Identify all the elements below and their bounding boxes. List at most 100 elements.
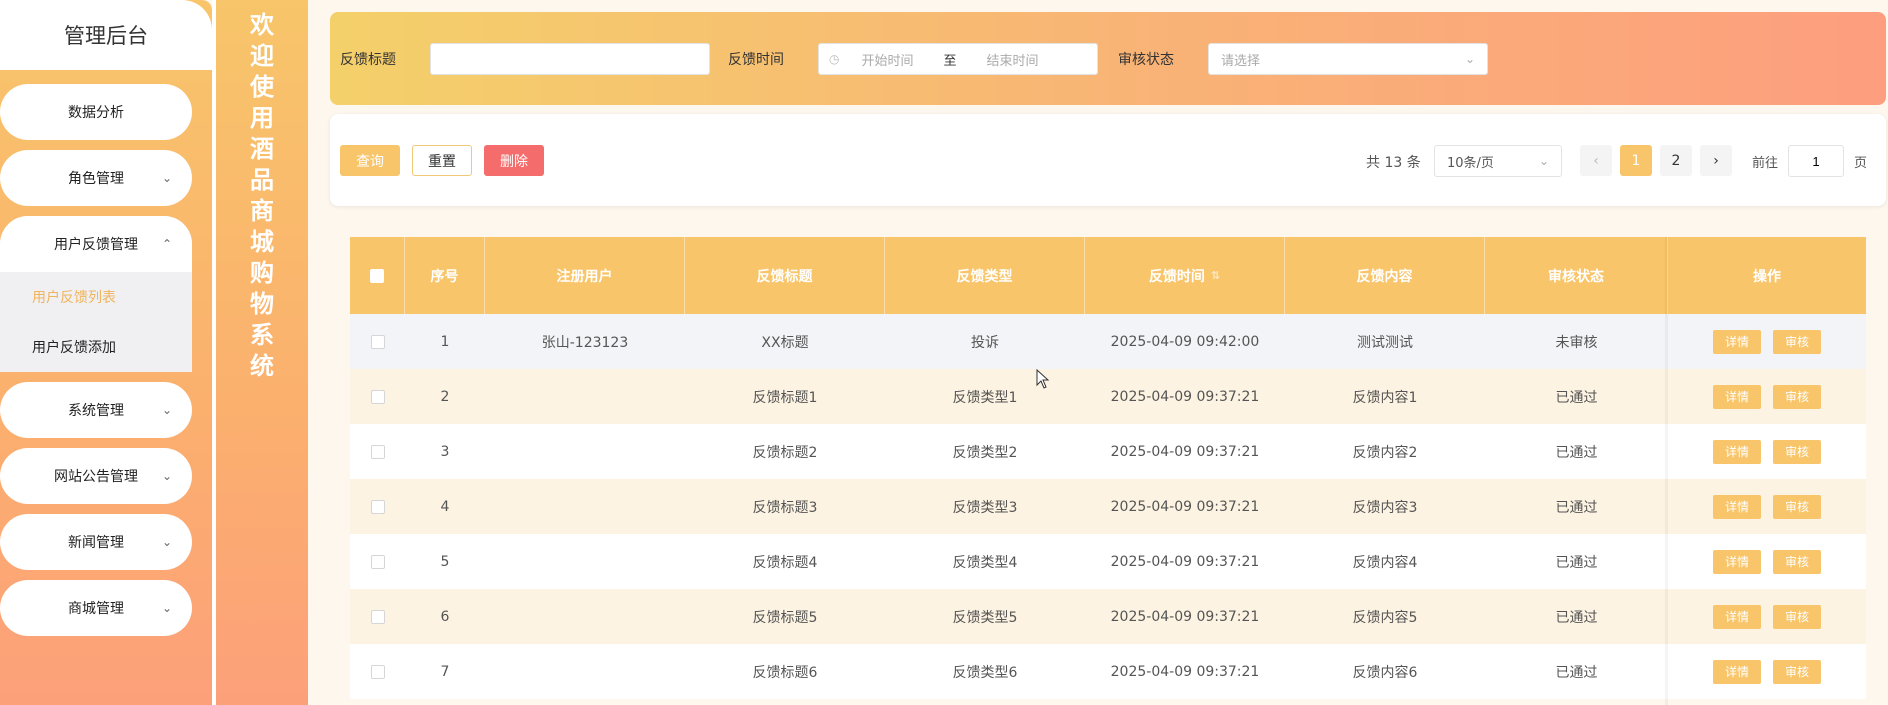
- mouse-cursor-icon: [1036, 369, 1050, 389]
- review-button[interactable]: 审核: [1773, 439, 1821, 464]
- row-checkbox[interactable]: [370, 444, 385, 459]
- total-count: 共 13 条: [1366, 155, 1421, 171]
- cell-time: 2025-04-09 09:37:21: [1110, 388, 1260, 405]
- cell-user: [485, 644, 685, 699]
- menu-item-data-analysis[interactable]: 数据分析: [0, 84, 192, 140]
- review-button[interactable]: 审核: [1773, 659, 1821, 684]
- review-button[interactable]: 审核: [1773, 549, 1821, 574]
- banner-char: 品: [250, 166, 274, 194]
- row-checkbox[interactable]: [370, 389, 385, 404]
- menu-item-notice-management[interactable]: 网站公告管理 ⌄: [0, 448, 192, 504]
- submenu-label: 用户反馈列表: [32, 290, 116, 306]
- cell-no: 2: [440, 388, 450, 405]
- chevron-down-icon: ⌄: [1464, 52, 1475, 66]
- cell-type: 反馈类型3: [952, 499, 1018, 516]
- chevron-down-icon: ⌄: [161, 535, 172, 549]
- next-page-button[interactable]: ›: [1700, 145, 1732, 176]
- banner-char: 欢: [250, 11, 274, 39]
- query-button[interactable]: 查询: [340, 145, 400, 176]
- cell-title: 反馈标题3: [752, 499, 818, 516]
- reset-button[interactable]: 重置: [412, 145, 472, 176]
- header-content: 反馈内容: [1285, 237, 1485, 314]
- header-time[interactable]: 反馈时间 ⇅: [1085, 237, 1285, 314]
- detail-button[interactable]: 详情: [1713, 659, 1761, 684]
- end-time-placeholder: 结束时间: [986, 53, 1039, 69]
- menu-item-feedback-management[interactable]: 用户反馈管理 ⌃: [0, 216, 192, 272]
- row-checkbox[interactable]: [370, 499, 385, 514]
- banner-char: 迎: [250, 42, 274, 70]
- page-size-select[interactable]: 10条/页 ⌄: [1434, 145, 1562, 177]
- header-no: 序号: [405, 237, 485, 314]
- range-separator: 至: [943, 53, 957, 69]
- review-button[interactable]: 审核: [1773, 384, 1821, 409]
- row-select-cell: [350, 534, 405, 589]
- header-status: 审核状态: [1485, 237, 1668, 314]
- page-2-button[interactable]: 2: [1660, 145, 1692, 176]
- detail-button[interactable]: 详情: [1713, 439, 1761, 464]
- cell-actions: 详情 审核: [1668, 314, 1866, 369]
- banner-char: 城: [250, 228, 274, 256]
- prev-page-button[interactable]: ‹: [1580, 145, 1612, 176]
- review-button[interactable]: 审核: [1773, 329, 1821, 354]
- row-select-cell: [350, 314, 405, 369]
- row-checkbox[interactable]: [370, 554, 385, 569]
- review-button[interactable]: 审核: [1773, 494, 1821, 519]
- detail-button[interactable]: 详情: [1713, 549, 1761, 574]
- cell-type: 反馈类型5: [952, 609, 1018, 626]
- cell-type: 反馈类型6: [952, 664, 1018, 681]
- menu-item-shop-management[interactable]: 商城管理 ⌄: [0, 580, 192, 636]
- action-bar: 查询 重置 删除 共 13 条 10条/页 ⌄ ‹ 1 2 › 前往 页: [330, 114, 1886, 206]
- header-user: 注册用户: [485, 237, 685, 314]
- cell-no: 7: [440, 663, 450, 680]
- delete-button[interactable]: 删除: [484, 145, 544, 176]
- review-button[interactable]: 审核: [1773, 604, 1821, 629]
- review-status-select[interactable]: 请选择 ⌄: [1208, 43, 1488, 75]
- sort-icon[interactable]: ⇅: [1211, 269, 1220, 282]
- cell-type: 反馈类型4: [952, 554, 1018, 571]
- table-header: 序号 注册用户 反馈标题 反馈类型 反馈时间 ⇅ 反馈内容 审核状态 操作: [350, 237, 1866, 314]
- menu-item-system-management[interactable]: 系统管理 ⌄: [0, 382, 192, 438]
- cell-content: 反馈内容3: [1352, 499, 1418, 516]
- row-checkbox[interactable]: [370, 334, 385, 349]
- submenu-feedback-list[interactable]: 用户反馈列表: [0, 272, 192, 322]
- cell-type: 投诉: [971, 334, 999, 351]
- cell-no: 5: [440, 553, 450, 570]
- cell-actions: 详情 审核: [1668, 644, 1866, 699]
- chevron-left-icon: ‹: [1593, 152, 1599, 169]
- cell-user: [485, 369, 685, 424]
- row-select-cell: [350, 644, 405, 699]
- row-checkbox[interactable]: [370, 664, 385, 679]
- menu-label: 新闻管理: [68, 535, 124, 551]
- menu-item-role-management[interactable]: 角色管理 ⌄: [0, 150, 192, 206]
- banner-char: 统: [250, 352, 274, 380]
- banner-char: 购: [250, 259, 274, 287]
- menu-label: 系统管理: [68, 403, 124, 419]
- row-checkbox[interactable]: [370, 609, 385, 624]
- banner-char: 商: [250, 197, 274, 225]
- detail-button[interactable]: 详情: [1713, 329, 1761, 354]
- table-row: 5 反馈标题4 反馈类型4 2025-04-09 09:37:21 反馈内容4 已通过 详情…: [350, 534, 1866, 589]
- select-all-checkbox[interactable]: [370, 268, 384, 283]
- menu-item-news-management[interactable]: 新闻管理 ⌄: [0, 514, 192, 570]
- page-1-button[interactable]: 1: [1620, 145, 1652, 176]
- cell-user: [485, 424, 685, 479]
- cell-time: 2025-04-09 09:37:21: [1110, 553, 1260, 570]
- banner-char: 用: [250, 104, 274, 132]
- detail-button[interactable]: 详情: [1713, 604, 1761, 629]
- cell-content: 反馈内容6: [1352, 664, 1418, 681]
- feedback-time-label: 反馈时间: [728, 52, 784, 68]
- detail-button[interactable]: 详情: [1713, 384, 1761, 409]
- fixed-column-shadow: [1665, 237, 1668, 705]
- cell-content: 反馈内容4: [1352, 554, 1418, 571]
- cell-content: 反馈内容2: [1352, 444, 1418, 461]
- feedback-title-input[interactable]: [430, 43, 710, 75]
- chevron-right-icon: ›: [1713, 152, 1719, 169]
- cell-status: 已通过: [1555, 444, 1598, 461]
- detail-button[interactable]: 详情: [1713, 494, 1761, 519]
- submenu-feedback-add[interactable]: 用户反馈添加: [0, 322, 192, 372]
- row-select-cell: [350, 589, 405, 644]
- cell-user: [485, 479, 685, 534]
- goto-page-input[interactable]: [1788, 145, 1844, 177]
- cell-content: 测试测试: [1357, 334, 1413, 351]
- date-range-picker[interactable]: ◷ 开始时间 至 结束时间: [818, 43, 1098, 75]
